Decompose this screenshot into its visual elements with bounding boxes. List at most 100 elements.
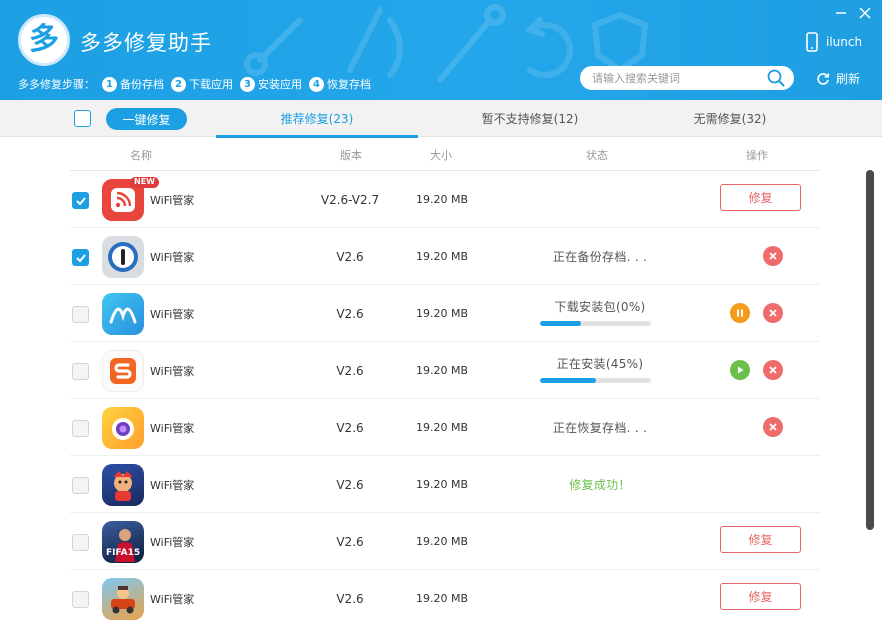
app-name: WiFi管家 bbox=[150, 593, 195, 606]
step-number-icon: 3 bbox=[240, 76, 255, 92]
app-list: NEW WiFi管家 V2.6-V2.7 19.20 MB 修复 WiFi管家 … bbox=[70, 171, 820, 627]
search-box bbox=[580, 66, 794, 90]
progress-fill bbox=[540, 321, 582, 326]
new-badge: NEW bbox=[130, 177, 159, 188]
table-header: 名称 版本 大小 状态 操作 bbox=[70, 137, 820, 171]
device-name: ilunch bbox=[826, 35, 863, 49]
row-checkbox[interactable] bbox=[72, 534, 89, 551]
select-all-checkbox[interactable] bbox=[74, 110, 91, 127]
app-version: V2.6-V2.7 bbox=[320, 193, 380, 207]
app-size: 19.20 MB bbox=[415, 250, 469, 263]
step-label: 下载应用 bbox=[189, 78, 233, 91]
sogou-icon bbox=[102, 350, 144, 392]
app-version: V2.6 bbox=[336, 478, 364, 492]
app-size: 19.20 MB bbox=[415, 307, 469, 320]
column-version: 版本 bbox=[340, 149, 362, 162]
repair-button[interactable]: 修复 bbox=[720, 184, 801, 211]
app-name: WiFi管家 bbox=[150, 365, 195, 378]
app-size: 19.20 MB bbox=[415, 364, 469, 377]
column-size: 大小 bbox=[430, 149, 452, 162]
tab-unsupported[interactable]: 暂不支持修复(12) bbox=[430, 100, 630, 137]
row-checkbox[interactable] bbox=[72, 192, 89, 209]
step-label: 恢复存档 bbox=[327, 78, 371, 91]
device-indicator[interactable]: ilunch bbox=[806, 32, 862, 52]
app-title: 多多修复助手 bbox=[80, 31, 212, 55]
step-number-icon: 2 bbox=[171, 76, 186, 92]
camera-icon bbox=[102, 407, 144, 449]
scrollbar[interactable] bbox=[866, 170, 874, 530]
refresh-button[interactable]: 刷新 bbox=[816, 70, 860, 87]
app-status: 正在安装(45%) bbox=[556, 357, 644, 371]
column-action: 操作 bbox=[746, 149, 768, 162]
repair-button[interactable]: 修复 bbox=[720, 526, 801, 553]
progress-bar bbox=[540, 321, 651, 326]
app-size: 19.20 MB bbox=[415, 478, 469, 491]
app-size: 19.20 MB bbox=[415, 535, 469, 548]
app-size: 19.20 MB bbox=[415, 193, 469, 206]
tab-not-needed[interactable]: 无需修复(32) bbox=[630, 100, 830, 137]
phone-icon bbox=[806, 32, 818, 52]
app-version: V2.6 bbox=[336, 535, 364, 549]
row-checkbox[interactable] bbox=[72, 591, 89, 608]
app-name: WiFi管家 bbox=[150, 536, 195, 549]
app-status: 下载安装包(0%) bbox=[554, 300, 646, 314]
step-number-icon: 4 bbox=[309, 76, 324, 92]
table-row: WiFi管家 V2.6 19.20 MB 下载安装包(0%) bbox=[70, 285, 820, 342]
app-status: 正在备份存档. . . bbox=[552, 250, 648, 264]
app-size: 19.20 MB bbox=[415, 592, 469, 605]
app-version: V2.6 bbox=[336, 250, 364, 264]
racing-game-icon bbox=[102, 578, 144, 620]
repair-button[interactable]: 修复 bbox=[720, 583, 801, 610]
cancel-icon[interactable] bbox=[763, 360, 783, 380]
step-3: 3 安装应用 bbox=[240, 76, 302, 92]
steps-label: 多多修复步骤： bbox=[18, 78, 95, 91]
app-version: V2.6 bbox=[336, 592, 364, 606]
app-name: WiFi管家 bbox=[150, 194, 195, 207]
logo-text: 多 bbox=[29, 22, 59, 57]
minimize-icon[interactable] bbox=[832, 4, 850, 22]
step-label: 备份存档 bbox=[120, 78, 164, 91]
progress-bar bbox=[540, 378, 651, 383]
app-name: WiFi管家 bbox=[150, 251, 195, 264]
app-name: WiFi管家 bbox=[150, 479, 195, 492]
pause-icon[interactable] bbox=[730, 303, 750, 323]
row-checkbox[interactable] bbox=[72, 420, 89, 437]
cancel-icon[interactable] bbox=[763, 303, 783, 323]
app-status: 正在恢复存档. . . bbox=[552, 421, 648, 435]
progress-fill bbox=[540, 378, 596, 383]
cancel-icon[interactable] bbox=[763, 417, 783, 437]
table-row: WiFi管家 V2.6 19.20 MB 修复成功！ bbox=[70, 456, 820, 513]
column-name: 名称 bbox=[130, 149, 152, 162]
step-1: 1 备份存档 bbox=[102, 76, 164, 92]
app-status: 修复成功！ bbox=[569, 478, 631, 492]
step-number-icon: 1 bbox=[102, 76, 117, 92]
search-icon[interactable] bbox=[766, 68, 786, 88]
header: 多 多多修复助手 多多修复步骤： 1 备份存档 2 下载应用 3 安装应用 4 … bbox=[0, 0, 882, 100]
step-label: 安装应用 bbox=[258, 78, 302, 91]
step-2: 2 下载应用 bbox=[171, 76, 233, 92]
cancel-icon[interactable] bbox=[763, 246, 783, 266]
app-version: V2.6 bbox=[336, 307, 364, 321]
table-row: NEW WiFi管家 V2.6-V2.7 19.20 MB 修复 bbox=[70, 171, 820, 228]
app-version: V2.6 bbox=[336, 364, 364, 378]
search-input[interactable] bbox=[592, 71, 766, 85]
fifa-text: FIFA15 bbox=[106, 548, 140, 558]
row-checkbox[interactable] bbox=[72, 306, 89, 323]
close-icon[interactable] bbox=[856, 4, 874, 22]
tab-recommended[interactable]: 推荐修复(23) bbox=[216, 100, 418, 138]
app-size: 19.20 MB bbox=[415, 421, 469, 434]
repair-steps: 多多修复步骤： 1 备份存档 2 下载应用 3 安装应用 4 恢复存档 bbox=[18, 76, 371, 92]
fifa-icon: FIFA15 bbox=[102, 521, 144, 563]
refresh-label: 刷新 bbox=[836, 72, 861, 86]
game-icon bbox=[102, 464, 144, 506]
row-checkbox[interactable] bbox=[72, 249, 89, 266]
row-checkbox[interactable] bbox=[72, 363, 89, 380]
scrollbar-thumb[interactable] bbox=[866, 170, 874, 530]
row-checkbox[interactable] bbox=[72, 477, 89, 494]
table-row: WiFi管家 V2.6 19.20 MB 修复 bbox=[70, 570, 820, 627]
app-name: WiFi管家 bbox=[150, 422, 195, 435]
swiftkey-icon bbox=[102, 293, 144, 335]
table-row: WiFi管家 V2.6 19.20 MB 正在备份存档. . . bbox=[70, 228, 820, 285]
repair-all-button[interactable]: 一键修复 bbox=[106, 108, 187, 130]
play-icon[interactable] bbox=[730, 360, 750, 380]
